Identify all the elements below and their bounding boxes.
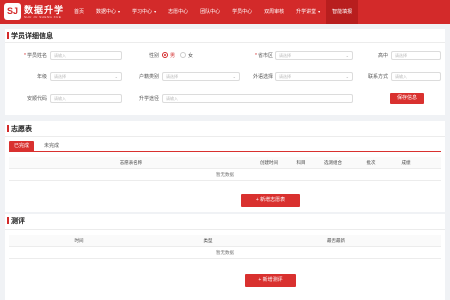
volunteer-card: 志愿表 已完成 未完成 志愿表名称 创建时间 科目 选测组合 批次 成绩 暂无数… [5,121,445,212]
name-label: *学员姓名 [24,53,47,59]
chevron-down-icon: ⌄ [114,74,118,79]
region-select[interactable]: ⌄ [275,51,353,60]
volunteer-title: 志愿表 [7,125,32,133]
foreign-language-label: 外语选择 [252,74,273,80]
nav-item-study-center[interactable]: 学习中心 ▾ [126,0,162,24]
chevron-down-icon: ⌄ [345,74,349,79]
add-assessment-button[interactable]: + 新增测评 [245,274,296,287]
chevron-down-icon: ⌄ [232,74,236,79]
logo-mark-icon: SJ [4,3,21,20]
foreign-language-input[interactable] [276,73,352,80]
school-select[interactable] [391,51,441,60]
gender-male-radio[interactable] [162,52,168,58]
grade-input[interactable] [51,73,121,80]
gender-female-label: 女 [188,53,194,59]
student-info-card: 学员详细信息 *学员姓名 性别 男 女 *省市区 ⌄ 高中 年级 ⌄ 户籍类别 … [5,29,445,115]
column-header: 成绩 [401,160,411,165]
foreign-language-select[interactable]: ⌄ [275,72,353,81]
volunteer-table-header: 志愿表名称 创建时间 科目 选测组合 批次 成绩 [9,157,441,169]
column-header: 选测组合 [324,160,342,165]
gender-female-radio[interactable] [180,52,186,58]
hukou-input[interactable] [163,73,239,80]
add-volunteer-button[interactable]: + 新增志愿表 [241,194,300,207]
contact-label: 联系方式 [367,74,388,80]
divider [5,229,445,230]
save-info-button[interactable]: 保存信息 [390,93,424,104]
column-header: 创建时间 [260,160,278,165]
contact-input[interactable] [392,73,440,80]
code-label: 安顺代码 [26,96,47,102]
nav-item-volunteer-center[interactable]: 志愿中心 [162,0,194,24]
divider [5,42,445,43]
divider [5,136,445,137]
tab-underline [9,151,441,152]
column-header: 时间 [74,238,84,243]
nav-item-student-center[interactable]: 学员中心 [226,0,258,24]
column-header: 志愿表名称 [119,160,143,165]
student-info-title: 学员详细信息 [7,32,53,40]
contact-input-wrapper [391,72,441,81]
column-header: 类型 [203,238,213,243]
assessment-empty-state: 暂无数据 [9,247,441,259]
gender-male-label: 男 [170,53,176,59]
assessment-title: 测评 [7,217,25,225]
top-navbar: SJ 数据升学 SHU JU SHENG XUE 首页 数据中心 ▾ 学习中心 ▾ … [0,0,450,24]
column-header: 最否最新 [327,238,345,243]
tab-completed[interactable]: 已完成 [9,141,35,151]
name-input-wrapper [50,51,122,60]
region-label: *省市区 [255,53,273,59]
code-input[interactable] [51,95,121,102]
column-header: 批次 [366,160,376,165]
chevron-down-icon: ▾ [154,9,157,14]
chevron-down-icon: ⌄ [345,53,349,58]
path-input[interactable] [163,95,352,102]
code-input-wrapper [50,94,122,103]
path-label: 升学途径 [138,96,159,102]
column-header: 科目 [296,160,306,165]
grade-label: 年级 [36,74,47,80]
nav-item-lecture[interactable]: 升学讲堂 ▾ [290,0,326,24]
chevron-down-icon: ▾ [318,9,321,14]
brand-logo[interactable]: SJ 数据升学 SHU JU SHENG XUE [4,2,68,22]
chevron-down-icon: ▾ [118,9,121,14]
nav-item-data-center[interactable]: 数据中心 ▾ [90,0,126,24]
nav-item-biweekly-review[interactable]: 双周审核 [258,0,290,24]
hukou-label: 户籍类别 [138,74,159,80]
school-label: 高中 [377,53,388,59]
school-input[interactable] [392,52,440,59]
assessment-card: 测评 时间 类型 最否最新 暂无数据 + 新增测评 [5,214,445,300]
volunteer-empty-state: 暂无数据 [9,169,441,181]
tab-incomplete[interactable]: 未完成 [39,141,64,151]
main-nav: 首页 数据中心 ▾ 学习中心 ▾ 志愿中心 团队中心 学员中心 双周审核 升学讲堂 ▾… [68,0,359,24]
nav-item-smart-fill[interactable]: 智能填报 [326,0,359,24]
assessment-table-header: 时间 类型 最否最新 [9,235,441,247]
nav-item-team-center[interactable]: 团队中心 [194,0,226,24]
nav-item-home[interactable]: 首页 [68,0,90,24]
gender-label: 性别 [148,53,159,59]
name-input[interactable] [51,52,121,59]
path-input-wrapper [162,94,353,103]
brand-subtitle: SHU JU SHENG XUE [24,15,62,19]
hukou-select[interactable]: ⌄ [162,72,240,81]
region-input[interactable] [276,52,352,59]
grade-select[interactable]: ⌄ [50,72,122,81]
